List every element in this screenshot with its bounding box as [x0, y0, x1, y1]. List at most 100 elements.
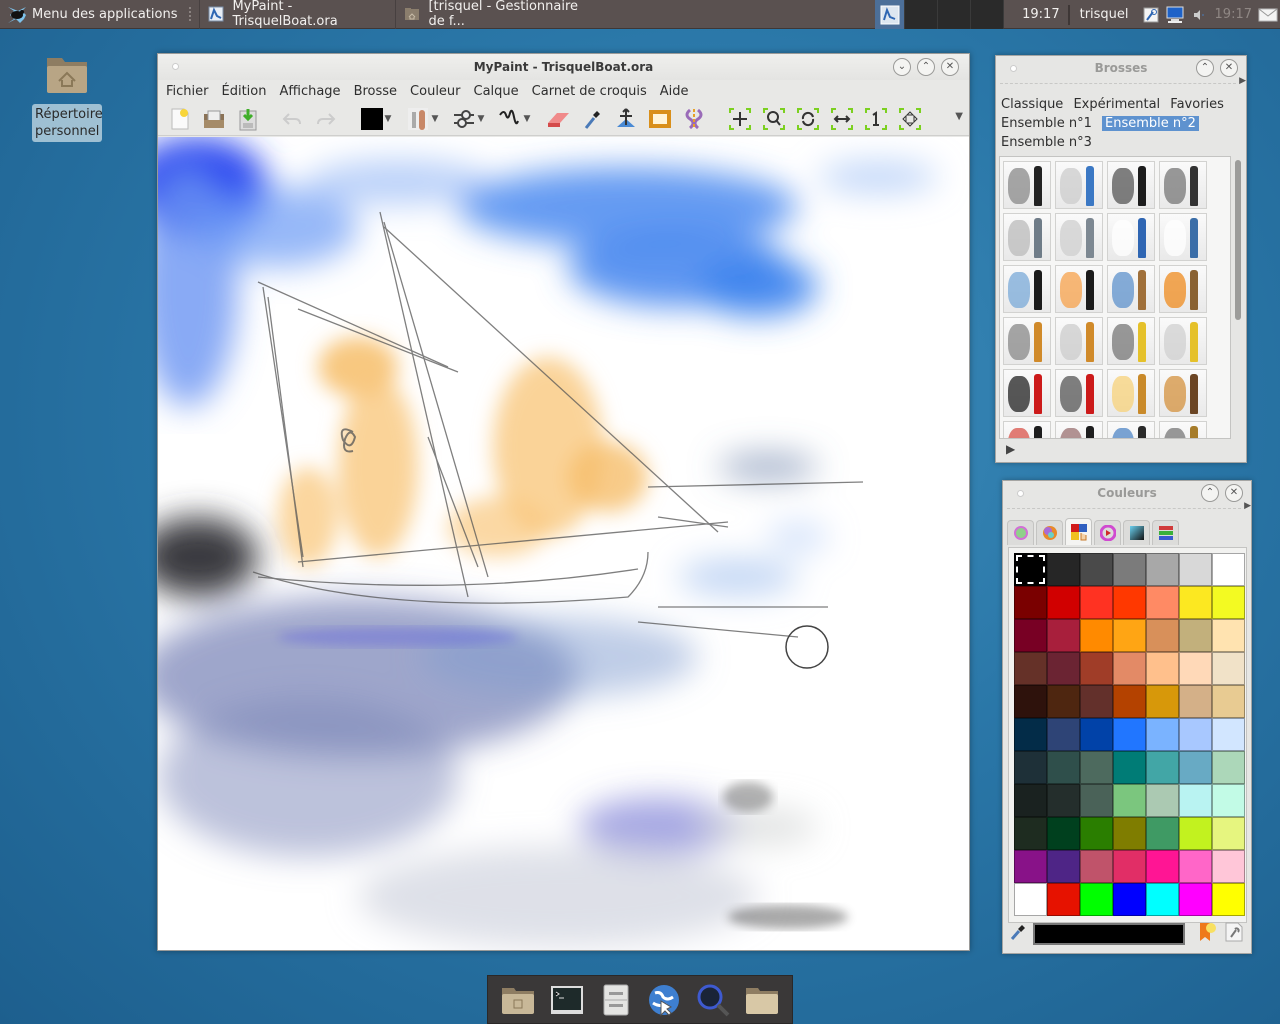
brush-dropdown[interactable]: ▼ [402, 105, 442, 133]
colors-panel-titlebar[interactable]: Couleurs ⌃ ✕ [1003, 481, 1251, 505]
toolbar-overflow-button[interactable]: ▼ [955, 111, 963, 122]
palette-swatch[interactable] [1212, 619, 1245, 652]
brush-airbrush-orange[interactable] [1055, 265, 1103, 313]
palette-swatch[interactable] [1179, 850, 1212, 883]
brush-group-favories[interactable]: Favories [1170, 97, 1224, 112]
palette-swatch[interactable] [1014, 619, 1047, 652]
task-file-manager[interactable]: [trisquel - Gestionnaire de f... [395, 0, 605, 29]
eyedropper-icon[interactable] [1009, 923, 1027, 945]
brush-marker[interactable] [1003, 161, 1051, 209]
palette-swatch[interactable] [1047, 850, 1080, 883]
brush-pen[interactable] [1159, 161, 1207, 209]
palette-swatch[interactable] [1014, 817, 1047, 850]
palette-swatch[interactable] [1146, 850, 1179, 883]
tab-hsv-square[interactable] [1123, 520, 1150, 545]
palette-swatch[interactable] [1212, 553, 1245, 586]
volume-icon[interactable] [1189, 5, 1209, 25]
brush-blend-stump[interactable] [1055, 213, 1103, 261]
brush-list-scrollbar[interactable] [1234, 156, 1242, 439]
palette-swatch[interactable] [1113, 553, 1146, 586]
applications-menu-button[interactable]: Menu des applications [0, 0, 183, 29]
palette-swatch[interactable] [1146, 718, 1179, 751]
reset-view-button[interactable] [862, 105, 890, 133]
palette-swatch[interactable] [1014, 586, 1047, 619]
palette-swatch[interactable] [1179, 619, 1212, 652]
palette-swatch[interactable] [1047, 619, 1080, 652]
brush-ink-brush-1[interactable] [1003, 369, 1051, 417]
tab-palette[interactable] [1065, 518, 1092, 545]
palette-swatch[interactable] [1047, 685, 1080, 718]
palette-swatch[interactable] [1179, 586, 1212, 619]
brush-brush-grey-3[interactable] [1107, 317, 1155, 365]
brush-sponge[interactable] [1159, 421, 1207, 438]
palette-swatch[interactable] [1212, 718, 1245, 751]
brush-brush-yellow[interactable] [1107, 369, 1155, 417]
brush-brush-grey-4[interactable] [1159, 317, 1207, 365]
brush-blend-cone[interactable] [1003, 213, 1051, 261]
mirror-view-button[interactable] [828, 105, 856, 133]
palette-swatch[interactable] [1179, 817, 1212, 850]
close-button[interactable]: ✕ [941, 58, 959, 76]
keyring-icon[interactable] [1141, 5, 1161, 25]
brush-brush-blue-ink[interactable] [1107, 421, 1155, 438]
brush-brush-ochre[interactable] [1159, 369, 1207, 417]
palette-swatch[interactable] [1014, 553, 1047, 586]
menu-couleur[interactable]: Couleur [410, 84, 460, 99]
menu-carnet-de-croquis[interactable]: Carnet de croquis [532, 84, 647, 99]
palette-swatch[interactable] [1146, 784, 1179, 817]
palette-swatch[interactable] [1212, 817, 1245, 850]
network-icon[interactable] [1165, 5, 1185, 25]
brush-eraser-pen[interactable] [1159, 213, 1207, 261]
palette-swatch[interactable] [1212, 850, 1245, 883]
add-to-favorites-icon[interactable] [1197, 921, 1217, 947]
brush-brush-grey-1[interactable] [1003, 317, 1051, 365]
palette-swatch[interactable] [1080, 883, 1113, 916]
palette-swatch[interactable] [1179, 553, 1212, 586]
palette-swatch[interactable] [1179, 685, 1212, 718]
undo-button[interactable] [278, 105, 306, 133]
brush-pencil-light[interactable] [1055, 161, 1103, 209]
zoom-view-button[interactable] [760, 105, 788, 133]
palette-swatch[interactable] [1179, 883, 1212, 916]
palette-swatch[interactable] [1146, 751, 1179, 784]
palette-swatch[interactable] [1014, 751, 1047, 784]
eraser-button[interactable] [544, 105, 572, 133]
palette-swatch[interactable] [1014, 883, 1047, 916]
palette-swatch[interactable] [1113, 751, 1146, 784]
palette-swatch[interactable] [1047, 817, 1080, 850]
brush-ink-brush-2[interactable] [1055, 369, 1103, 417]
brush-airbrush-blue[interactable] [1003, 265, 1051, 313]
palette-swatch[interactable] [1212, 685, 1245, 718]
stroke-dropdown[interactable]: ▼ [494, 105, 534, 133]
palette-swatch[interactable] [1146, 883, 1179, 916]
brush-brush-red[interactable] [1003, 421, 1051, 438]
palette-swatch[interactable] [1146, 619, 1179, 652]
palette-swatch[interactable] [1047, 718, 1080, 751]
palette-swatch[interactable] [1080, 784, 1113, 817]
menu-aide[interactable]: Aide [660, 84, 689, 99]
palette-swatch[interactable] [1179, 652, 1212, 685]
dock-web-browser[interactable] [645, 982, 683, 1018]
rotate-view-button[interactable] [794, 105, 822, 133]
panel-maximize-button[interactable]: ⌃ [1196, 59, 1214, 77]
palette-swatch[interactable] [1047, 751, 1080, 784]
save-file-button[interactable] [234, 105, 262, 133]
brush-brush-brown[interactable] [1055, 421, 1103, 438]
panel-close-button[interactable]: ✕ [1225, 484, 1243, 502]
palette-swatch[interactable] [1014, 784, 1047, 817]
palette-swatch[interactable] [1113, 652, 1146, 685]
palette-swatch[interactable] [1212, 784, 1245, 817]
workspace-4[interactable] [971, 0, 1005, 29]
palette-swatch[interactable] [1014, 652, 1047, 685]
dock-home-folder[interactable] [499, 982, 537, 1018]
palette-swatch[interactable] [1113, 718, 1146, 751]
palette-swatch[interactable] [1080, 817, 1113, 850]
palette-swatch[interactable] [1047, 652, 1080, 685]
maximize-button[interactable]: ⌃ [917, 58, 935, 76]
palette-swatch[interactable] [1113, 619, 1146, 652]
palette-swatch[interactable] [1146, 685, 1179, 718]
redo-button[interactable] [312, 105, 340, 133]
pan-view-button[interactable] [726, 105, 754, 133]
drawing-canvas[interactable] [158, 137, 969, 950]
palette-swatch[interactable] [1014, 685, 1047, 718]
